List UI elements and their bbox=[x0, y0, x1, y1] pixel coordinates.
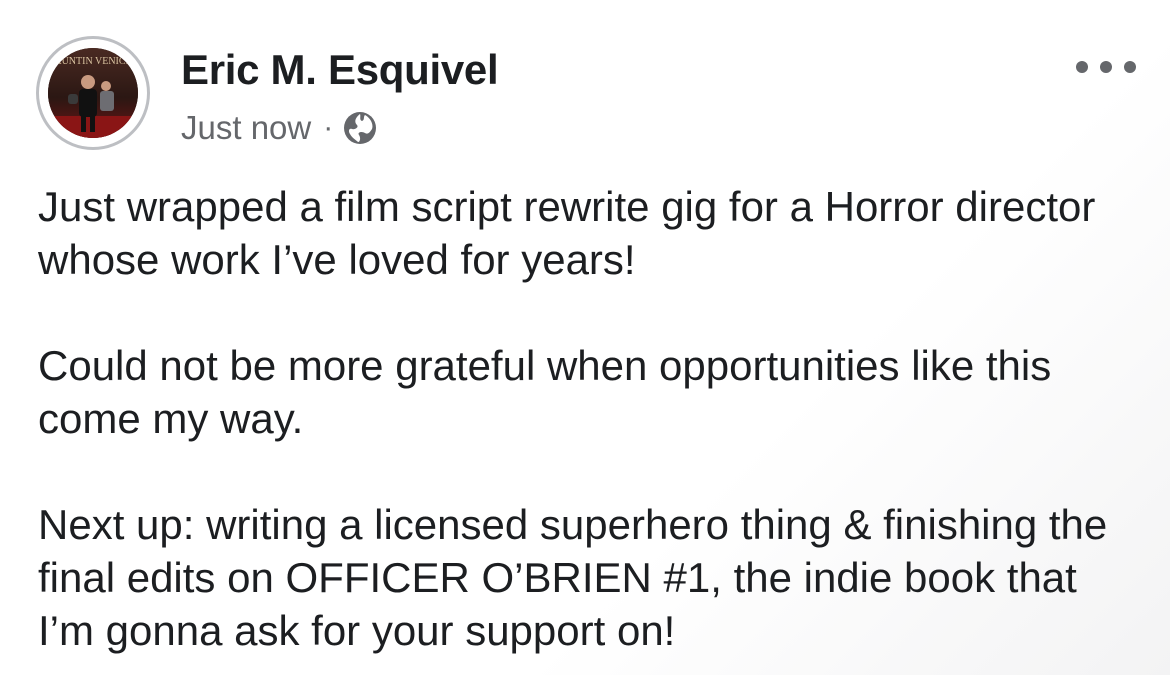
avatar-sign-text: AUNTIN VENICE bbox=[54, 56, 131, 67]
post-paragraph: Could not be more grateful when opportun… bbox=[38, 342, 1052, 442]
post-header: AUNTIN VENICE Eric M. Esquivel Just now … bbox=[36, 36, 1136, 156]
post-body: Just wrapped a film script rewrite gig f… bbox=[38, 180, 1138, 657]
post-meta: Just now · bbox=[181, 108, 377, 148]
post-paragraph: Just wrapped a film script rewrite gig f… bbox=[38, 183, 1096, 283]
avatar-photo: AUNTIN VENICE bbox=[48, 48, 138, 138]
post-timestamp[interactable]: Just now bbox=[181, 109, 311, 147]
more-options-button[interactable] bbox=[1076, 56, 1136, 78]
avatar[interactable]: AUNTIN VENICE bbox=[36, 36, 150, 150]
meta-separator: · bbox=[323, 111, 334, 144]
post-paragraph: Next up: writing a licensed superhero th… bbox=[38, 501, 1108, 654]
more-horizontal-icon bbox=[1076, 61, 1088, 73]
avatar-photo-image: AUNTIN VENICE bbox=[48, 48, 138, 138]
globe-icon[interactable] bbox=[343, 111, 377, 145]
author-name[interactable]: Eric M. Esquivel bbox=[181, 46, 499, 94]
